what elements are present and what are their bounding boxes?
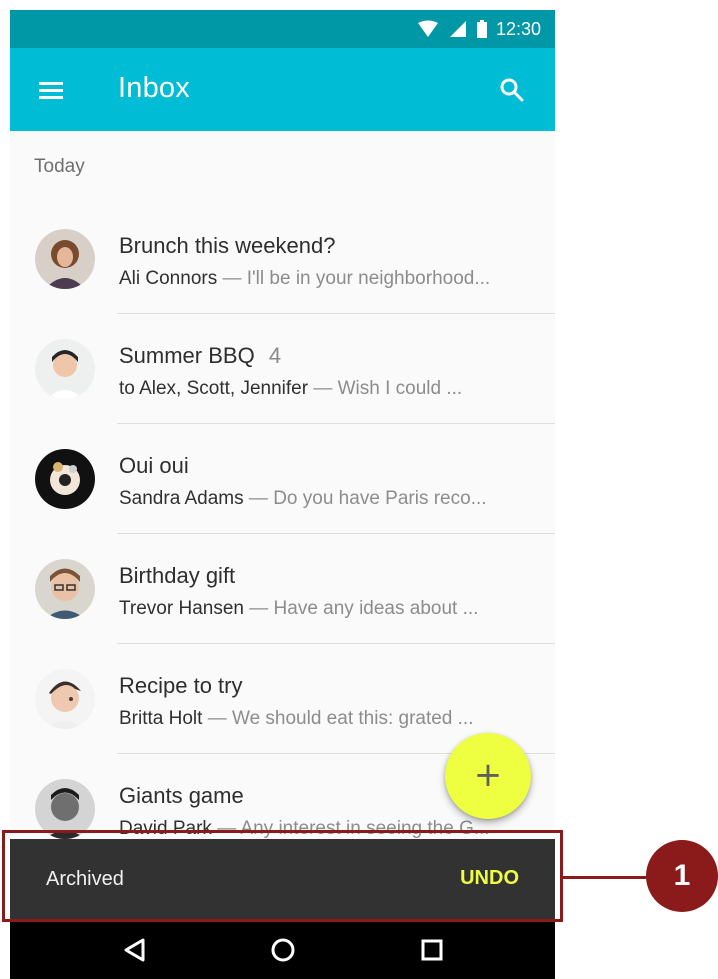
- email-sender: to Alex, Scott, Jennifer: [119, 378, 309, 399]
- annotated-screenshot: 12:30 Inbox Today Brunch this weekend? A…: [0, 0, 718, 979]
- email-subject-text: Birthday gift: [119, 563, 236, 588]
- email-subject-text: Giants game: [119, 783, 244, 808]
- search-button[interactable]: [495, 73, 529, 107]
- callout-leader-line: [563, 876, 646, 879]
- email-row-birthday-gift[interactable]: Birthday gift Trevor Hansen — Have any i…: [10, 534, 555, 644]
- email-sender: Ali Connors: [119, 268, 218, 289]
- page-title: Inbox: [118, 72, 190, 104]
- compose-fab[interactable]: +: [445, 733, 531, 819]
- plus-icon: +: [473, 755, 503, 795]
- thread-count: 4: [268, 343, 282, 368]
- email-snippet: — Have any ideas about ...: [249, 598, 479, 619]
- email-subject-text: Oui oui: [119, 453, 189, 478]
- back-icon: [121, 937, 147, 963]
- home-button[interactable]: [266, 933, 300, 967]
- callout-number-badge: 1: [646, 840, 718, 912]
- home-icon: [269, 936, 297, 964]
- menu-icon: [37, 79, 65, 101]
- battery-icon: [476, 19, 488, 39]
- wifi-icon: [416, 19, 440, 39]
- recents-icon: [419, 937, 445, 963]
- email-subject-text: Recipe to try: [119, 673, 243, 698]
- avatar: [35, 559, 95, 619]
- avatar: [35, 449, 95, 509]
- email-row-brunch[interactable]: Brunch this weekend? Ali Connors — I'll …: [10, 204, 555, 314]
- avatar: [35, 669, 95, 729]
- email-subject: Giants game: [119, 783, 244, 809]
- email-snippet: — Wish I could ...: [313, 378, 463, 399]
- system-navigation-bar: [10, 920, 555, 979]
- search-icon: [498, 76, 526, 104]
- status-time: 12:30: [495, 19, 541, 39]
- recents-button[interactable]: [415, 933, 449, 967]
- email-sender: Trevor Hansen: [119, 598, 244, 619]
- email-sender: Britta Holt: [119, 708, 203, 729]
- email-preview: to Alex, Scott, Jennifer — Wish I could …: [119, 377, 534, 401]
- today-section-label: Today: [34, 156, 85, 177]
- email-preview: Ali Connors — I'll be in your neighborho…: [119, 267, 534, 291]
- email-preview: Britta Holt — We should eat this: grated…: [119, 707, 534, 731]
- email-subject: Oui oui: [119, 453, 189, 479]
- email-row-summer-bbq[interactable]: Summer BBQ 4 to Alex, Scott, Jennifer — …: [10, 314, 555, 424]
- cell-signal-icon: [448, 19, 468, 39]
- email-row-oui-oui[interactable]: Oui oui Sandra Adams — Do you have Paris…: [10, 424, 555, 534]
- email-subject-text: Brunch this weekend?: [119, 233, 336, 258]
- email-subject: Recipe to try: [119, 673, 243, 699]
- status-bar: 12:30: [10, 10, 555, 48]
- avatar: [35, 339, 95, 399]
- email-preview: Sandra Adams — Do you have Paris reco...: [119, 487, 534, 511]
- email-subject-text: Summer BBQ: [119, 343, 255, 368]
- status-icons: 12:30: [416, 18, 541, 40]
- email-preview: Trevor Hansen — Have any ideas about ...: [119, 597, 534, 621]
- email-subject: Summer BBQ 4: [119, 343, 281, 369]
- back-button[interactable]: [117, 933, 151, 967]
- email-snippet: — We should eat this: grated ...: [207, 708, 474, 729]
- email-subject: Birthday gift: [119, 563, 235, 589]
- menu-button[interactable]: [36, 76, 66, 104]
- email-subject: Brunch this weekend?: [119, 233, 335, 259]
- avatar: [35, 229, 95, 289]
- app-bar: Inbox: [10, 48, 555, 131]
- email-snippet: — I'll be in your neighborhood...: [222, 268, 491, 289]
- snackbar-callout-box: [2, 830, 563, 922]
- email-sender: Sandra Adams: [119, 488, 244, 509]
- email-snippet: — Do you have Paris reco...: [248, 488, 487, 509]
